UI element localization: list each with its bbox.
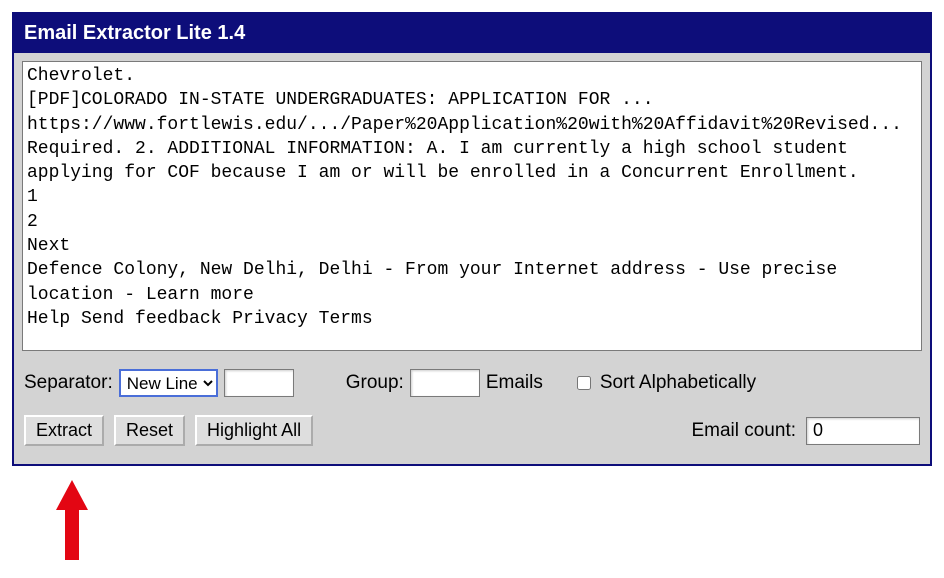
sort-checkbox[interactable] xyxy=(577,376,591,390)
email-count-label: Email count: xyxy=(691,420,796,442)
app-title: Email Extractor Lite 1.4 xyxy=(24,22,245,44)
separator-select[interactable]: New Line xyxy=(119,369,218,397)
extract-button[interactable]: Extract xyxy=(24,415,104,446)
reset-button[interactable]: Reset xyxy=(114,415,185,446)
separator-label: Separator: xyxy=(24,372,113,394)
up-arrow-icon xyxy=(52,480,92,560)
input-text-content: Chevrolet. [PDF]COLORADO IN-STATE UNDERG… xyxy=(27,64,917,331)
title-bar: Email Extractor Lite 1.4 xyxy=(14,14,930,53)
sort-label: Sort Alphabetically xyxy=(600,372,756,394)
group-unit-label: Emails xyxy=(486,372,543,394)
group-count-input[interactable] xyxy=(410,369,480,397)
annotation-arrow-container xyxy=(12,466,932,560)
options-row: Separator: New Line Group: Emails Sort A… xyxy=(22,351,922,401)
input-textarea[interactable]: Chevrolet. [PDF]COLORADO IN-STATE UNDERG… xyxy=(22,61,922,351)
separator-custom-input[interactable] xyxy=(224,369,294,397)
actions-row: Extract Reset Highlight All Email count: xyxy=(22,401,922,456)
group-label: Group: xyxy=(346,372,404,394)
highlight-button[interactable]: Highlight All xyxy=(195,415,313,446)
app-window: Email Extractor Lite 1.4 Chevrolet. [PDF… xyxy=(12,12,932,466)
content-area: Chevrolet. [PDF]COLORADO IN-STATE UNDERG… xyxy=(14,53,930,464)
email-count-output[interactable] xyxy=(806,417,920,445)
